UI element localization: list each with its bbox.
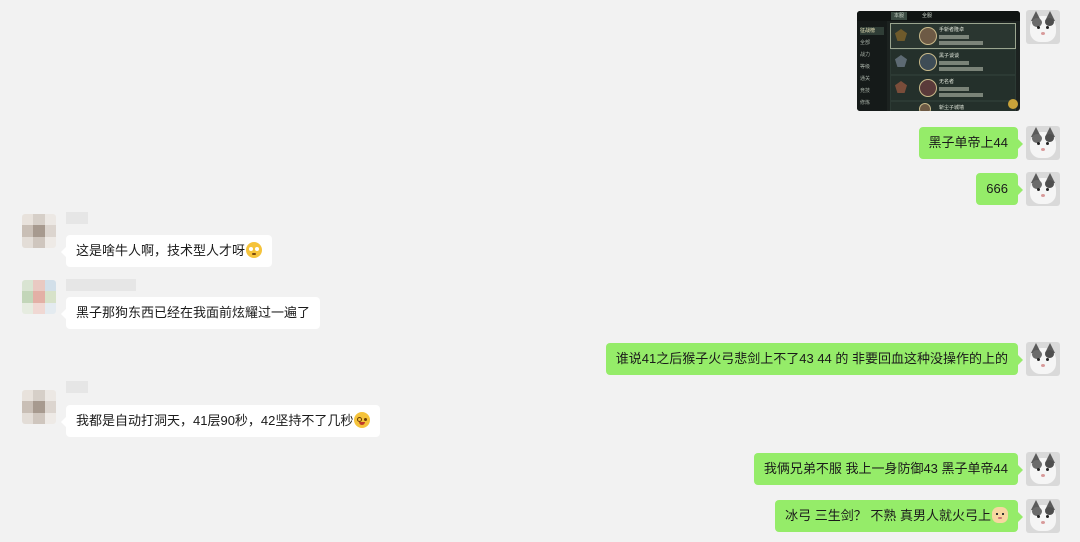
message-text: 黑子单帝上44 xyxy=(928,135,1008,150)
screenshot-sidebar-item: 等级 xyxy=(860,64,871,70)
screenshot-sidebar-item: 竞技 xyxy=(860,88,871,94)
player-name: 手斩者隆卓 xyxy=(939,27,965,33)
screenshot-sidebar-item: 通关 xyxy=(860,76,871,82)
contact-avatar[interactable] xyxy=(22,390,56,424)
sender-name-redacted xyxy=(66,381,88,393)
message-text: 666 xyxy=(986,181,1008,196)
row-detail xyxy=(939,35,969,39)
screenshot-tab-bar: 本服 全服 xyxy=(857,11,1020,21)
screenshot-rank-row: 无名者 xyxy=(890,75,1016,101)
my-message-bubble[interactable]: 冰弓 三生剑？ 不熟 真男人就火弓上 xyxy=(775,500,1023,532)
screenshot-rank-row: 斩尘子城墙 xyxy=(890,101,1016,111)
flushed-face-emoji-icon xyxy=(246,242,263,258)
chat-message-area: 本服 全服 征战榜 全部 战力 等级 通关 竞技 修炼 手斩者隆卓 黑子谈谈 无… xyxy=(0,0,1080,542)
screenshot-sidebar: 征战榜 全部 战力 等级 通关 竞技 修炼 xyxy=(857,21,887,111)
screenshot-tab: 全服 xyxy=(922,13,933,19)
contact-message-bubble[interactable]: 这是啥牛人啊，技术型人才呀 xyxy=(60,235,273,267)
contact-avatar[interactable] xyxy=(22,214,56,248)
row-detail xyxy=(939,93,983,97)
player-name: 无名者 xyxy=(939,79,955,85)
my-avatar[interactable] xyxy=(1026,452,1060,486)
cat-face-emoji-icon xyxy=(992,507,1008,523)
player-portrait-icon xyxy=(919,53,937,71)
player-name: 斩尘子城墙 xyxy=(939,105,965,111)
screenshot-sidebar-item: 征战榜 xyxy=(860,27,884,35)
rank-emblem-icon xyxy=(895,81,907,93)
player-portrait-icon xyxy=(919,103,931,111)
my-message-bubble[interactable]: 谁说41之后猴子火弓悲剑上不了43 44 的 非要回血这种没操作的上的 xyxy=(605,343,1024,375)
screenshot-tab: 本服 xyxy=(891,12,908,20)
row-detail xyxy=(939,87,969,91)
sender-name-redacted xyxy=(66,279,136,291)
screenshot-sidebar-item: 战力 xyxy=(860,52,871,58)
my-message-bubble[interactable]: 我俩兄弟不服 我上一身防御43 黑子单帝44 xyxy=(753,453,1024,485)
contact-message-bubble[interactable]: 黑子那狗东西已经在我面前炫耀过一遍了 xyxy=(60,297,321,329)
player-name: 黑子谈谈 xyxy=(939,53,960,59)
screenshot-rank-row: 手斩者隆卓 xyxy=(890,23,1016,49)
message-text: 谁说41之后猴子火弓悲剑上不了43 44 的 非要回血这种没操作的上的 xyxy=(615,351,1008,366)
message-text: 我都是自动打洞天，41层90秒，42坚持不了几秒 xyxy=(76,413,354,428)
row-detail xyxy=(939,61,969,65)
game-ranking-screenshot[interactable]: 本服 全服 征战榜 全部 战力 等级 通关 竞技 修炼 手斩者隆卓 黑子谈谈 无… xyxy=(857,11,1020,111)
rank-emblem-icon xyxy=(895,29,907,41)
row-detail xyxy=(939,41,983,45)
rank-emblem-icon xyxy=(895,55,907,67)
message-text: 这是啥牛人啊，技术型人才呀 xyxy=(76,243,246,258)
contact-message-bubble[interactable]: 我都是自动打洞天，41层90秒，42坚持不了几秒 xyxy=(60,405,381,437)
my-avatar[interactable] xyxy=(1026,10,1060,44)
sender-name-redacted xyxy=(66,212,88,224)
my-message-bubble[interactable]: 666 xyxy=(976,173,1023,205)
message-text: 我俩兄弟不服 我上一身防御43 黑子单帝44 xyxy=(763,461,1008,476)
my-avatar[interactable] xyxy=(1026,499,1060,533)
my-avatar[interactable] xyxy=(1026,172,1060,206)
message-text: 黑子那狗东西已经在我面前炫耀过一遍了 xyxy=(76,305,311,320)
player-portrait-icon xyxy=(919,79,937,97)
my-avatar[interactable] xyxy=(1026,342,1060,376)
message-text: 冰弓 三生剑？ 不熟 真男人就火弓上 xyxy=(785,508,991,523)
screenshot-sidebar-item: 修炼 xyxy=(860,100,871,106)
screenshot-sidebar-item: 全部 xyxy=(860,40,871,46)
row-detail xyxy=(939,67,983,71)
my-avatar[interactable] xyxy=(1026,126,1060,160)
contact-avatar[interactable] xyxy=(22,280,56,314)
screenshot-rank-row: 黑子谈谈 xyxy=(890,49,1016,75)
my-message-bubble[interactable]: 黑子单帝上44 xyxy=(918,127,1024,159)
player-portrait-icon xyxy=(919,27,937,45)
gold-badge-icon xyxy=(1008,99,1018,109)
dizzy-face-emoji-icon xyxy=(354,412,371,428)
